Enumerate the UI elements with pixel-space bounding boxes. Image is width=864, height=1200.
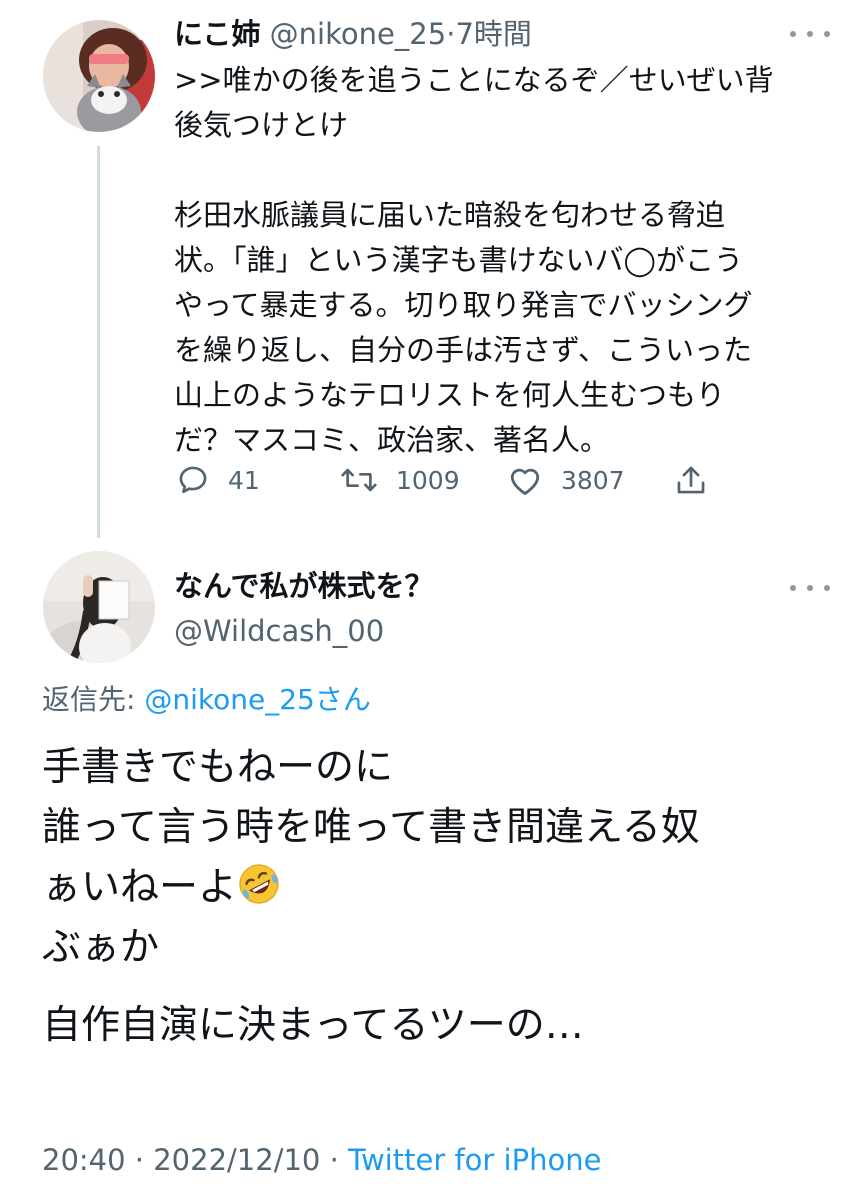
thread-connector-line bbox=[97, 146, 100, 538]
author-name[interactable]: にこ姉 bbox=[174, 17, 260, 51]
tweet-time[interactable]: 20:40 bbox=[42, 1143, 126, 1177]
replying-to: 返信先: @nikone_25さん bbox=[42, 680, 371, 720]
tweet2-line: 手書きでもねーのに bbox=[42, 745, 394, 790]
tweet1-text: >>唯かの後を追うことになるぞ／せいぜい背 後気つけとけ 杉田水脈議員に届いた暗… bbox=[174, 58, 814, 463]
more-options-icon[interactable] bbox=[790, 28, 830, 40]
tweet1-paragraph-1: >>唯かの後を追うことになるぞ／せいぜい背 後気つけとけ bbox=[174, 63, 774, 142]
tweet2-line: 自作自演に決まってるツーの… bbox=[42, 1003, 584, 1048]
tweet1-header: にこ姉 @nikone_25·7時間 bbox=[174, 14, 532, 54]
author-avatar-nikone[interactable] bbox=[43, 20, 155, 132]
replying-to-label: 返信先: bbox=[42, 683, 136, 716]
author-avatar-wildcash[interactable] bbox=[43, 551, 155, 663]
author-handle[interactable]: @Wildcash_00 bbox=[174, 611, 384, 651]
avatar-photo bbox=[43, 551, 155, 663]
reply-button[interactable]: 41 bbox=[176, 458, 260, 502]
retweet-icon bbox=[341, 468, 377, 492]
tweet-timestamp[interactable]: 7時間 bbox=[455, 17, 531, 51]
tweet2-text: 手書きでもねーのに 誰って言う時を唯って書き間違える奴 ぁいねーよ ぶぁか 自作… bbox=[42, 738, 842, 1056]
meta-separator: · bbox=[134, 1143, 145, 1177]
tweet2-line: ぁいねーよ bbox=[42, 865, 238, 910]
avatar-photo bbox=[43, 20, 155, 132]
author-handle[interactable]: @nikone_25 bbox=[270, 17, 447, 51]
share-icon bbox=[677, 466, 705, 494]
more-options-icon[interactable] bbox=[790, 582, 830, 594]
like-button[interactable]: 3807 bbox=[507, 458, 625, 502]
replying-to-mention-link[interactable]: @nikone_25 bbox=[144, 683, 314, 716]
tweet2-line: ぶぁか bbox=[42, 925, 160, 970]
share-button[interactable] bbox=[674, 458, 708, 502]
tweet2-line: 誰って言う時を唯って書き間違える奴 bbox=[42, 805, 700, 850]
tweet1-paragraph-2: 杉田水脈議員に届いた暗殺を匂わせる脅迫 状。「誰」という漢字も書けないバ◯がこう… bbox=[174, 198, 753, 457]
heart-icon bbox=[510, 468, 540, 495]
reply-count: 41 bbox=[228, 465, 260, 495]
retweet-count: 1009 bbox=[396, 465, 460, 495]
like-count: 3807 bbox=[561, 465, 625, 495]
reply-icon bbox=[179, 466, 207, 494]
retweet-button[interactable]: 1009 bbox=[340, 458, 460, 502]
replying-to-suffix: さん bbox=[314, 683, 371, 716]
tweet-source-link[interactable]: Twitter for iPhone bbox=[348, 1143, 601, 1177]
tweet2-meta: 20:40 · 2022/12/10 · Twitter for iPhone bbox=[42, 1138, 601, 1182]
tweet2-line-with-emoji: ぁいねーよ bbox=[42, 858, 842, 918]
rolling-on-floor-laughing-emoji-icon bbox=[239, 864, 279, 904]
author-name[interactable]: なんで私が株式を？ bbox=[174, 566, 434, 606]
tweet-date[interactable]: 2022/12/10 bbox=[153, 1143, 320, 1177]
meta-separator: · bbox=[329, 1143, 339, 1177]
